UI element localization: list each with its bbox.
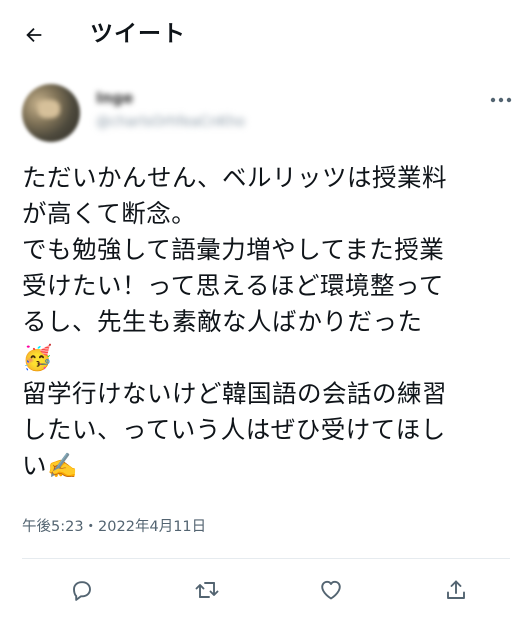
reply-icon [73, 581, 91, 601]
tweet-text: ただいかんせん、ベルリッツは授業料 が高くて断念。 でも勉強して語彙力増やしてま… [22, 160, 512, 484]
reply-button[interactable] [64, 572, 100, 608]
divider [22, 558, 510, 559]
tweet-line-emoji: 🥳 [22, 343, 54, 372]
tweet-timestamp[interactable]: 午後5:23・2022年4月11日 [22, 516, 206, 538]
author-row: Inge @charlsOrhfeaCnKho [0, 78, 532, 148]
tweet-line: 受けたい！って思えるほど環境整って [22, 271, 444, 300]
page-title: ツイート [90, 21, 186, 47]
more-icon [490, 97, 512, 103]
top-bar: ツイート [0, 0, 532, 70]
retweet-icon [195, 582, 219, 598]
author-handle[interactable]: @charlsOrhfeaCnKho [96, 114, 245, 130]
share-button[interactable] [438, 572, 474, 608]
share-icon [447, 580, 465, 599]
tweet-line: い✍️ [22, 451, 79, 480]
tweet-line: でも勉強して語彙力増やしてまた授業 [22, 235, 445, 264]
tweet-line: るし、先生も素敵な人ばかりだった [22, 307, 423, 336]
back-button[interactable] [16, 17, 52, 53]
retweet-button[interactable] [189, 572, 225, 608]
tweet-line: ただいかんせん、ベルリッツは授業料 [22, 163, 447, 192]
heart-icon [321, 580, 341, 600]
arrow-left-icon [26, 27, 42, 43]
tweet-line: 留学行けないけど韓国語の会話の練習 [22, 379, 447, 408]
author-name[interactable]: Inge [96, 89, 133, 107]
avatar-detail [38, 100, 60, 118]
action-bar [0, 562, 532, 617]
more-options-button[interactable] [486, 90, 516, 110]
like-button[interactable] [313, 572, 349, 608]
tweet-line: したい、っていう人はぜひ受けてほし [22, 415, 446, 444]
tweet-line: が高くて断念。 [22, 199, 197, 228]
